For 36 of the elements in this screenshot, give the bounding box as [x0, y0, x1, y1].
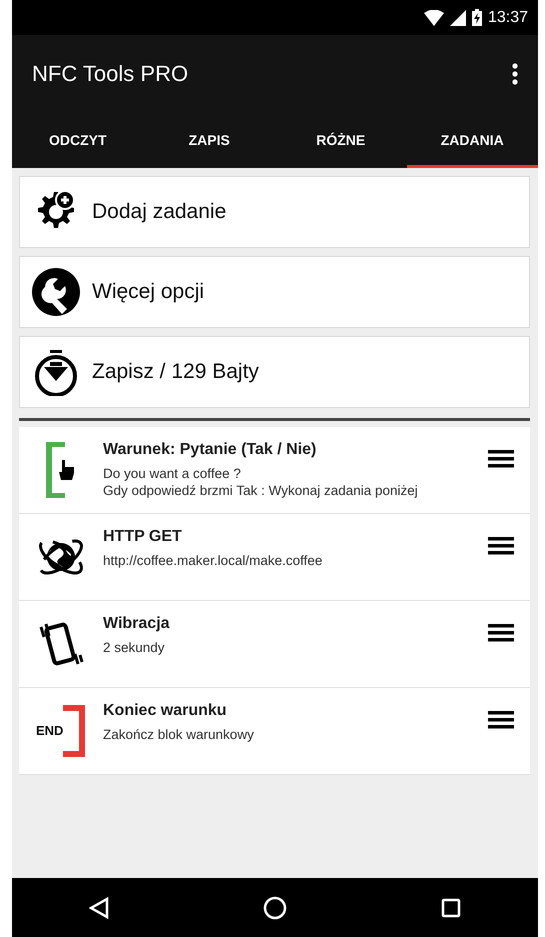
task-description: Zakończ blok warunkowy: [103, 726, 255, 743]
bracket-hand-icon: [45, 442, 77, 498]
tab[interactable]: ZADANIA: [406, 112, 538, 168]
status-time: 13:37: [488, 8, 528, 26]
task-title: Koniec warunku: [103, 702, 228, 720]
task-description: http://coffee.maker.local/make.coffee: [103, 552, 324, 569]
wrench-icon: [32, 268, 80, 316]
action-button[interactable]: Dodaj zadanie: [19, 176, 530, 248]
action-button[interactable]: Więcej opcji: [19, 256, 530, 328]
vibrating-phone-icon: [38, 621, 84, 667]
task-description: 2 sekundy: [103, 639, 166, 656]
home-icon[interactable]: [263, 896, 287, 920]
app-title: NFC Tools PRO: [32, 60, 188, 86]
download-circle-icon: [32, 348, 80, 396]
drag-handle-icon[interactable]: [488, 623, 514, 643]
wifi-icon: [424, 10, 444, 26]
task-row[interactable]: Warunek: Pytanie (Tak / Nie) Do you want a coffee ? Gdy odpowiedź brzmi Tak : Wykonaj zadania poniżej: [19, 427, 530, 514]
back-icon[interactable]: [89, 896, 109, 918]
signal-icon: [450, 10, 466, 26]
task-row[interactable]: Wibracja 2 sekundy: [19, 601, 530, 688]
task-row[interactable]: END Koniec warunku Zakończ blok warunkowy: [19, 688, 530, 775]
recents-icon[interactable]: [441, 898, 461, 918]
task-row[interactable]: HTTP GET http://coffee.maker.local/make.coffee: [19, 514, 530, 601]
task-description: Do you want a coffee ? Gdy odpowiedź brzmi Tak : Wykonaj zadania poniżej: [103, 465, 419, 499]
drag-handle-icon[interactable]: [488, 449, 514, 469]
task-title: HTTP GET: [103, 528, 183, 546]
tab[interactable]: ODCZYT: [12, 112, 144, 168]
action-button[interactable]: Zapisz / 129 Bajty: [19, 336, 530, 408]
battery-icon: [472, 9, 482, 26]
tab[interactable]: RÓŻNE: [275, 112, 406, 168]
tab[interactable]: ZAPIS: [144, 112, 275, 168]
task-title: Warunek: Pytanie (Tak / Nie): [103, 441, 318, 459]
drag-handle-icon[interactable]: [488, 536, 514, 556]
task-title: Wibracja: [103, 615, 171, 633]
drag-handle-icon[interactable]: [488, 710, 514, 730]
overflow-menu-icon[interactable]: [512, 62, 518, 84]
